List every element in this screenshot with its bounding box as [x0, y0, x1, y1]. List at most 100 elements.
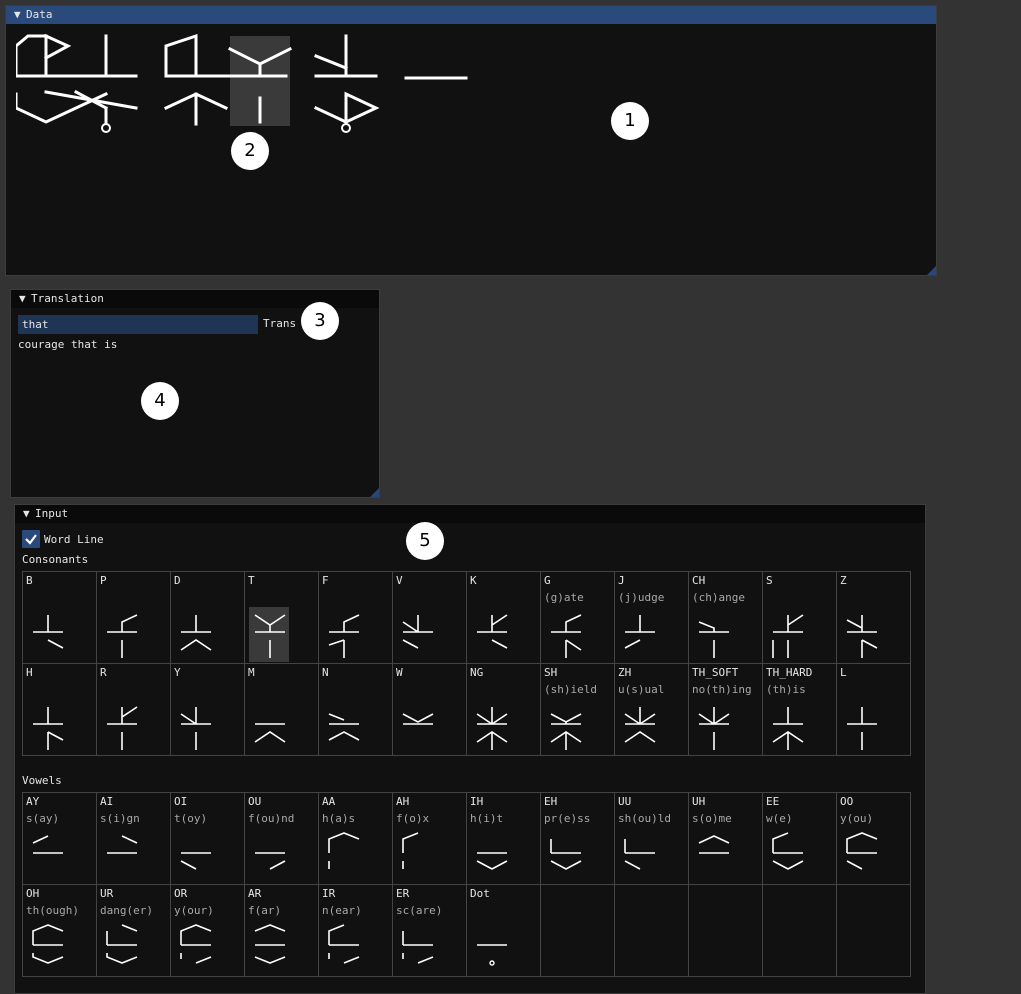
rune-button-oh[interactable]: OH th(ough) [22, 884, 97, 977]
rune-button-ee[interactable]: EE w(e) [762, 792, 837, 885]
rune-button-oo[interactable]: OO y(ou) [836, 792, 911, 885]
rune-glyph-icon [698, 621, 729, 658]
rune-glyph-icon [477, 614, 508, 649]
translation-output: courage that is [18, 338, 118, 351]
rune-button-r[interactable]: R [96, 663, 171, 756]
annotation-badge: 1 [611, 102, 649, 140]
rune-button-ah[interactable]: AH f(o)x [392, 792, 467, 885]
rune-button-n[interactable]: N [318, 663, 393, 756]
annotation-badge: 5 [406, 522, 444, 560]
rune-button-ur[interactable]: UR dang(er) [96, 884, 171, 977]
word-line-label: Word Line [44, 533, 104, 546]
rune-button-ay[interactable]: AY s(ay) [22, 792, 97, 885]
rune-glyph-icon [107, 835, 138, 854]
annotation-badge: 3 [301, 302, 339, 340]
resize-grip[interactable] [927, 266, 936, 275]
rune-glyph-icon [33, 707, 64, 750]
translation-window-title: Translation [31, 292, 104, 305]
rune-button-z[interactable]: Z [836, 571, 911, 664]
rune-glyph-icon [624, 839, 655, 870]
rune-glyph-icon [254, 723, 286, 743]
rune-button-p[interactable]: P [96, 571, 171, 664]
rune-button-ai[interactable]: AI s(i)gn [96, 792, 171, 885]
collapse-arrow-icon[interactable]: ▼ [23, 505, 35, 523]
empty-cell [540, 884, 615, 977]
data-window-titlebar[interactable]: ▼ Data [6, 6, 936, 24]
rune-glyph-icon [254, 614, 286, 658]
data-window[interactable]: ▼ Data [5, 5, 937, 276]
checkmark-icon [25, 534, 37, 545]
rune-button-aa[interactable]: AA h(a)s [318, 792, 393, 885]
rune-button-j[interactable]: J (j)udge [614, 571, 689, 664]
consonant-grid: B P D T F V K G (g)ate J (j)udge CH (ch)ange S Z H R Y M N W… [22, 571, 911, 756]
rune-glyph-icon [106, 924, 138, 964]
rune-button-ih[interactable]: IH h(i)t [466, 792, 541, 885]
rune-button-eh[interactable]: EH pr(e)ss [540, 792, 615, 885]
rune-button-g[interactable]: G (g)ate [540, 571, 615, 664]
rune-button-zh[interactable]: ZH u(s)ual [614, 663, 689, 756]
rune-button-h[interactable]: H [22, 663, 97, 756]
rune-button-d[interactable]: D [170, 571, 245, 664]
rune-button-th_soft[interactable]: TH_SOFT no(th)ing [688, 663, 763, 756]
empty-cell [836, 884, 911, 977]
rune-button-ou[interactable]: OU f(ou)nd [244, 792, 319, 885]
rune-glyph-icon [772, 707, 804, 750]
rune-button-y[interactable]: Y [170, 663, 245, 756]
rune-glyph-icon [477, 944, 507, 966]
rune-button-ch[interactable]: CH (ch)ange [688, 571, 763, 664]
rune-glyph-icon [698, 835, 730, 854]
rune-button-f[interactable]: F [318, 571, 393, 664]
rune-button-m[interactable]: M [244, 663, 319, 756]
rune-button-ir[interactable]: IR n(ear) [318, 884, 393, 977]
translation-input[interactable]: that [18, 315, 258, 334]
rune-glyph-icon [846, 832, 878, 870]
rune-glyph-icon [180, 707, 211, 750]
rune-button-uu[interactable]: UU sh(ou)ld [614, 792, 689, 885]
rune-button-er[interactable]: ER sc(are) [392, 884, 467, 977]
rune-button-sh[interactable]: SH (sh)ield [540, 663, 615, 756]
rune-glyph-icon [32, 835, 63, 854]
translate-button[interactable]: Trans [263, 317, 296, 330]
rune-glyph-icon [33, 615, 64, 649]
collapse-arrow-icon[interactable]: ▼ [19, 290, 31, 308]
rune-button-t[interactable]: T [244, 571, 319, 664]
rune-button-k[interactable]: K [466, 571, 541, 664]
vowel-row: AY s(ay) AI s(i)gn OI t(oy) OU f(ou)nd AA h(a)s AH… [22, 792, 911, 885]
input-window-title: Input [35, 507, 69, 520]
rune-glyph-icon [328, 713, 360, 741]
word-line-checkbox[interactable] [22, 530, 40, 548]
empty-cell [762, 884, 837, 977]
rune-glyph-icon [550, 713, 582, 750]
rune-button-oi[interactable]: OI t(oy) [170, 792, 245, 885]
rune-button-v[interactable]: V [392, 571, 467, 664]
rune-glyph-icon [698, 707, 730, 750]
rune-button-w[interactable]: W [392, 663, 467, 756]
empty-cell [688, 884, 763, 977]
rune-button-ar[interactable]: AR f(ar) [244, 884, 319, 977]
rune-glyph-icon [476, 707, 508, 750]
rune-sentence [16, 34, 468, 133]
rune-glyph-icon [550, 839, 582, 870]
collapse-arrow-icon[interactable]: ▼ [14, 6, 26, 24]
rune-glyph-icon [180, 924, 212, 964]
rune-button-l[interactable]: L [836, 663, 911, 756]
rune-glyph-icon [328, 832, 360, 869]
rune-glyph-icon [476, 852, 508, 870]
rune-glyph-icon [551, 614, 582, 658]
rune-button-s[interactable]: S [762, 571, 837, 664]
rune-button-or[interactable]: OR y(our) [170, 884, 245, 977]
input-window[interactable]: ▼ Input Word Line Consonants B P D T F V K G (g)a… [14, 504, 926, 994]
resize-grip[interactable] [370, 488, 379, 497]
rune-button-dot[interactable]: Dot [466, 884, 541, 977]
rune-word-is [314, 34, 380, 133]
rune-button-th_hard[interactable]: TH_HARD (th)is [762, 663, 837, 756]
consonant-row: H R Y M N W NG SH (sh)ield ZH u(s)ual TH_SOFT no(th)… [22, 663, 911, 756]
rune-button-ng[interactable]: NG [466, 663, 541, 756]
rune-glyph-icon [32, 924, 64, 964]
rune-glyph-icon [180, 615, 212, 651]
input-window-titlebar[interactable]: ▼ Input [15, 505, 925, 523]
rune-glyph-icon [180, 852, 211, 870]
rune-button-b[interactable]: B [22, 571, 97, 664]
rune-button-uh[interactable]: UH s(o)me [688, 792, 763, 885]
rune-glyph-icon [107, 706, 138, 750]
